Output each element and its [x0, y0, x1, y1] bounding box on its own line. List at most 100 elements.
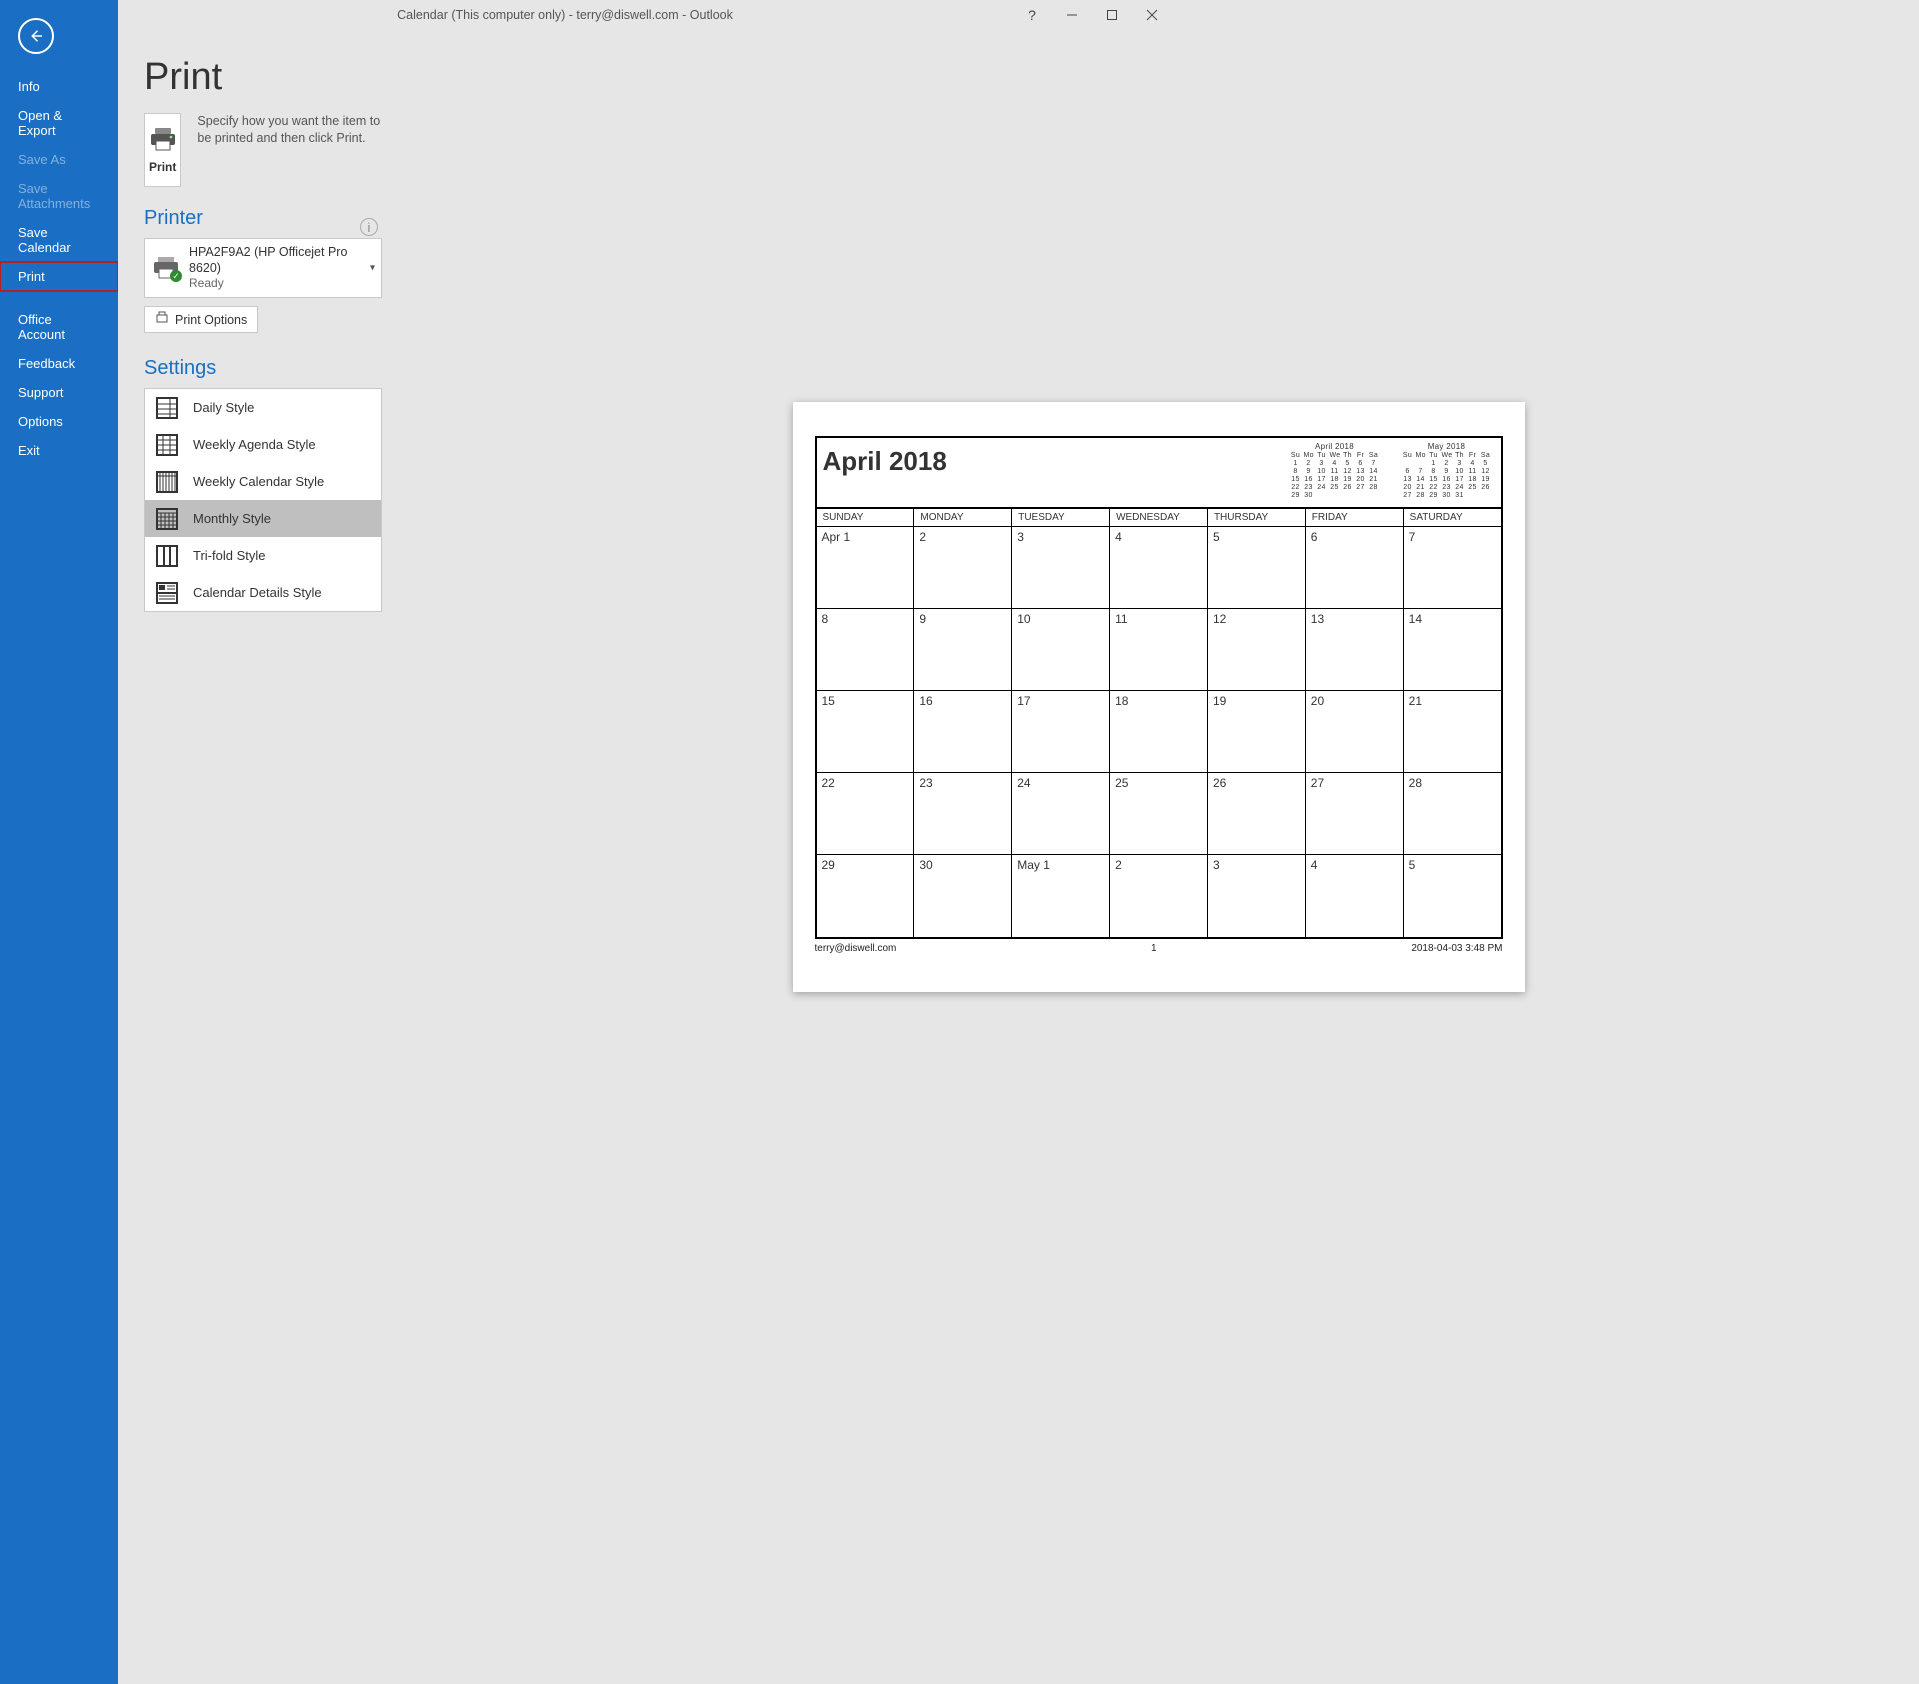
calendar-week: 2930May 12345 — [817, 855, 1501, 937]
calendar-title: April 2018 — [817, 438, 1291, 507]
calendar-week: 22232425262728 — [817, 773, 1501, 855]
style-icon — [155, 507, 179, 531]
printer-icon — [149, 127, 177, 154]
calendar-week: 15161718192021 — [817, 691, 1501, 773]
calendar-day: 2 — [1110, 855, 1208, 937]
titlebar: Calendar (This computer only) - terry@di… — [0, 0, 1176, 30]
chevron-down-icon: ▾ — [370, 263, 375, 274]
printer-status: Ready — [189, 276, 373, 291]
maximize-icon[interactable] — [1092, 1, 1132, 29]
calendar-day: 25 — [1110, 773, 1208, 854]
nav-item-office-account[interactable]: Office Account — [0, 305, 118, 349]
print-button-label: Print — [149, 160, 176, 174]
calendar-day: 24 — [1012, 773, 1110, 854]
calendar-day: 19 — [1208, 691, 1306, 772]
calendar-day: 21 — [1404, 691, 1501, 772]
style-icon — [155, 396, 179, 420]
printer-name: HPA2F9A2 (HP Officejet Pro 8620) — [189, 245, 373, 276]
dow-cell: WEDNESDAY — [1110, 509, 1208, 526]
style-icon — [155, 470, 179, 494]
style-calendar-details-style[interactable]: Calendar Details Style — [145, 574, 381, 611]
preview-page: April 2018 April 2018SuMoTuWeThFrSa12345… — [793, 402, 1525, 992]
calendar-day: 8 — [817, 609, 915, 690]
print-options-icon — [155, 311, 169, 328]
calendar-week: Apr 1234567 — [817, 527, 1501, 609]
calendar-grid: Apr 123456789101112131415161718192021222… — [817, 527, 1501, 937]
printer-section-label: Printer — [144, 207, 382, 230]
calendar-day: 10 — [1012, 609, 1110, 690]
calendar-day: 6 — [1306, 527, 1404, 608]
printer-glyph: ✓ — [153, 257, 179, 279]
nav-item-save-attachments: Save Attachments — [0, 174, 118, 218]
printer-dropdown[interactable]: ✓ HPA2F9A2 (HP Officejet Pro 8620) Ready… — [144, 238, 382, 298]
calendar-day: 3 — [1208, 855, 1306, 937]
calendar-day: 5 — [1404, 855, 1501, 937]
dow-cell: THURSDAY — [1208, 509, 1306, 526]
mini-calendar-current: April 2018SuMoTuWeThFrSa1234567891011121… — [1291, 442, 1379, 500]
print-preview-pane: April 2018 April 2018SuMoTuWeThFrSa12345… — [398, 30, 1919, 1684]
print-options-button[interactable]: Print Options — [144, 306, 258, 333]
style-weekly-agenda-style[interactable]: Weekly Agenda Style — [145, 426, 381, 463]
nav-item-support[interactable]: Support — [0, 378, 118, 407]
style-label: Daily Style — [193, 400, 254, 415]
calendar-week: 891011121314 — [817, 609, 1501, 691]
calendar-day: 22 — [817, 773, 915, 854]
calendar-day: 9 — [914, 609, 1012, 690]
calendar-day: 3 — [1012, 527, 1110, 608]
minimize-icon[interactable] — [1052, 1, 1092, 29]
nav-item-info[interactable]: Info — [0, 72, 118, 101]
help-icon[interactable]: ? — [1012, 1, 1052, 29]
calendar-day: 29 — [817, 855, 915, 937]
calendar-day: 7 — [1404, 527, 1501, 608]
style-tri-fold-style[interactable]: Tri-fold Style — [145, 537, 381, 574]
nav-item-options[interactable]: Options — [0, 407, 118, 436]
print-button[interactable]: Print — [144, 113, 181, 187]
footer-timestamp: 2018-04-03 3:48 PM — [1411, 943, 1502, 954]
calendar-day: 11 — [1110, 609, 1208, 690]
window-title: Calendar (This computer only) - terry@di… — [118, 8, 1012, 22]
calendar-day: 26 — [1208, 773, 1306, 854]
nav-item-save-calendar[interactable]: Save Calendar — [0, 218, 118, 262]
settings-section-label: Settings — [144, 357, 382, 380]
nav-item-feedback[interactable]: Feedback — [0, 349, 118, 378]
calendar-day: 13 — [1306, 609, 1404, 690]
nav-item-save-as: Save As — [0, 145, 118, 174]
style-daily-style[interactable]: Daily Style — [145, 389, 381, 426]
print-options-label: Print Options — [175, 313, 247, 327]
style-label: Calendar Details Style — [193, 585, 322, 600]
style-monthly-style[interactable]: Monthly Style — [145, 500, 381, 537]
calendar-day: 17 — [1012, 691, 1110, 772]
style-label: Weekly Agenda Style — [193, 437, 316, 452]
calendar-day: May 1 — [1012, 855, 1110, 937]
calendar-day: 4 — [1306, 855, 1404, 937]
style-icon — [155, 433, 179, 457]
back-button[interactable] — [18, 18, 54, 54]
calendar-day: 12 — [1208, 609, 1306, 690]
check-icon: ✓ — [170, 270, 182, 282]
calendar-day: Apr 1 — [817, 527, 915, 608]
content: Print Print Specify how you want the ite… — [118, 30, 1919, 1684]
print-options-pane: Print Print Specify how you want the ite… — [118, 30, 398, 1684]
style-weekly-calendar-style[interactable]: Weekly Calendar Style — [145, 463, 381, 500]
nav-item-print[interactable]: Print — [0, 262, 118, 291]
footer-page: 1 — [1151, 943, 1157, 954]
page-title: Print — [144, 56, 382, 99]
style-icon — [155, 544, 179, 568]
dow-cell: MONDAY — [914, 509, 1012, 526]
info-icon[interactable]: i — [360, 218, 378, 236]
style-label: Monthly Style — [193, 511, 271, 526]
backstage-nav: InfoOpen & ExportSave AsSave Attachments… — [0, 0, 118, 1684]
style-icon — [155, 581, 179, 605]
calendar-day: 15 — [817, 691, 915, 772]
nav-item-exit[interactable]: Exit — [0, 436, 118, 465]
mini-calendar-next: May 2018SuMoTuWeThFrSa123456789101112131… — [1403, 442, 1491, 500]
style-label: Tri-fold Style — [193, 548, 265, 563]
calendar-day: 16 — [914, 691, 1012, 772]
print-styles-list: Daily Style Weekly Agenda Style Weekly Cal… — [144, 388, 382, 612]
calendar-day: 28 — [1404, 773, 1501, 854]
dow-cell: SATURDAY — [1404, 509, 1501, 526]
close-icon[interactable] — [1132, 1, 1172, 29]
calendar-day: 20 — [1306, 691, 1404, 772]
dow-cell: FRIDAY — [1306, 509, 1404, 526]
nav-item-open-export[interactable]: Open & Export — [0, 101, 118, 145]
